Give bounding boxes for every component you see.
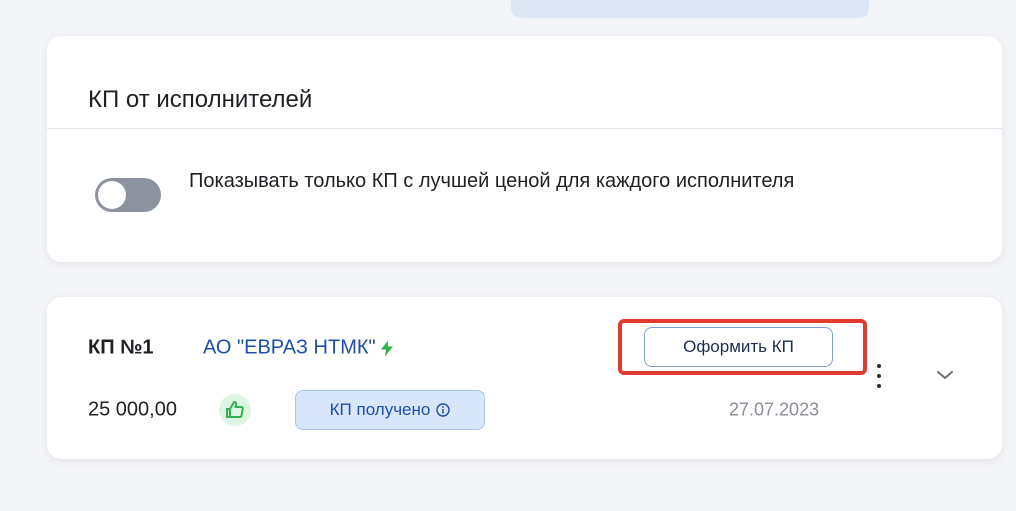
chevron-down-icon[interactable] bbox=[932, 365, 958, 385]
best-price-toggle-label: Показывать только КП с лучшей ценой для … bbox=[189, 170, 795, 192]
offer-date: 27.07.2023 bbox=[729, 399, 820, 420]
status-label: КП получено bbox=[329, 400, 431, 419]
info-icon[interactable] bbox=[436, 403, 451, 417]
more-vertical-icon[interactable] bbox=[871, 361, 887, 391]
best-price-toggle[interactable] bbox=[95, 178, 161, 212]
status-badge: КП получено bbox=[295, 390, 485, 430]
highlight-frame bbox=[618, 319, 867, 375]
toggle-knob bbox=[98, 181, 126, 209]
section-title: КП от исполнителей bbox=[88, 86, 313, 113]
offer-number: КП №1 bbox=[88, 336, 154, 359]
offer-amount: 25 000,00 bbox=[88, 398, 177, 421]
offers-filter-card: КП от исполнителей Показывать только КП … bbox=[47, 36, 1002, 262]
supplier-name: АО "ЕВРАЗ НТМК" bbox=[203, 336, 376, 359]
bolt-icon bbox=[380, 340, 393, 356]
supplier-link[interactable]: АО "ЕВРАЗ НТМК" bbox=[203, 337, 394, 360]
thumbs-up-icon bbox=[219, 394, 251, 426]
divider bbox=[47, 128, 1002, 129]
top-tab-pill bbox=[511, 0, 869, 18]
